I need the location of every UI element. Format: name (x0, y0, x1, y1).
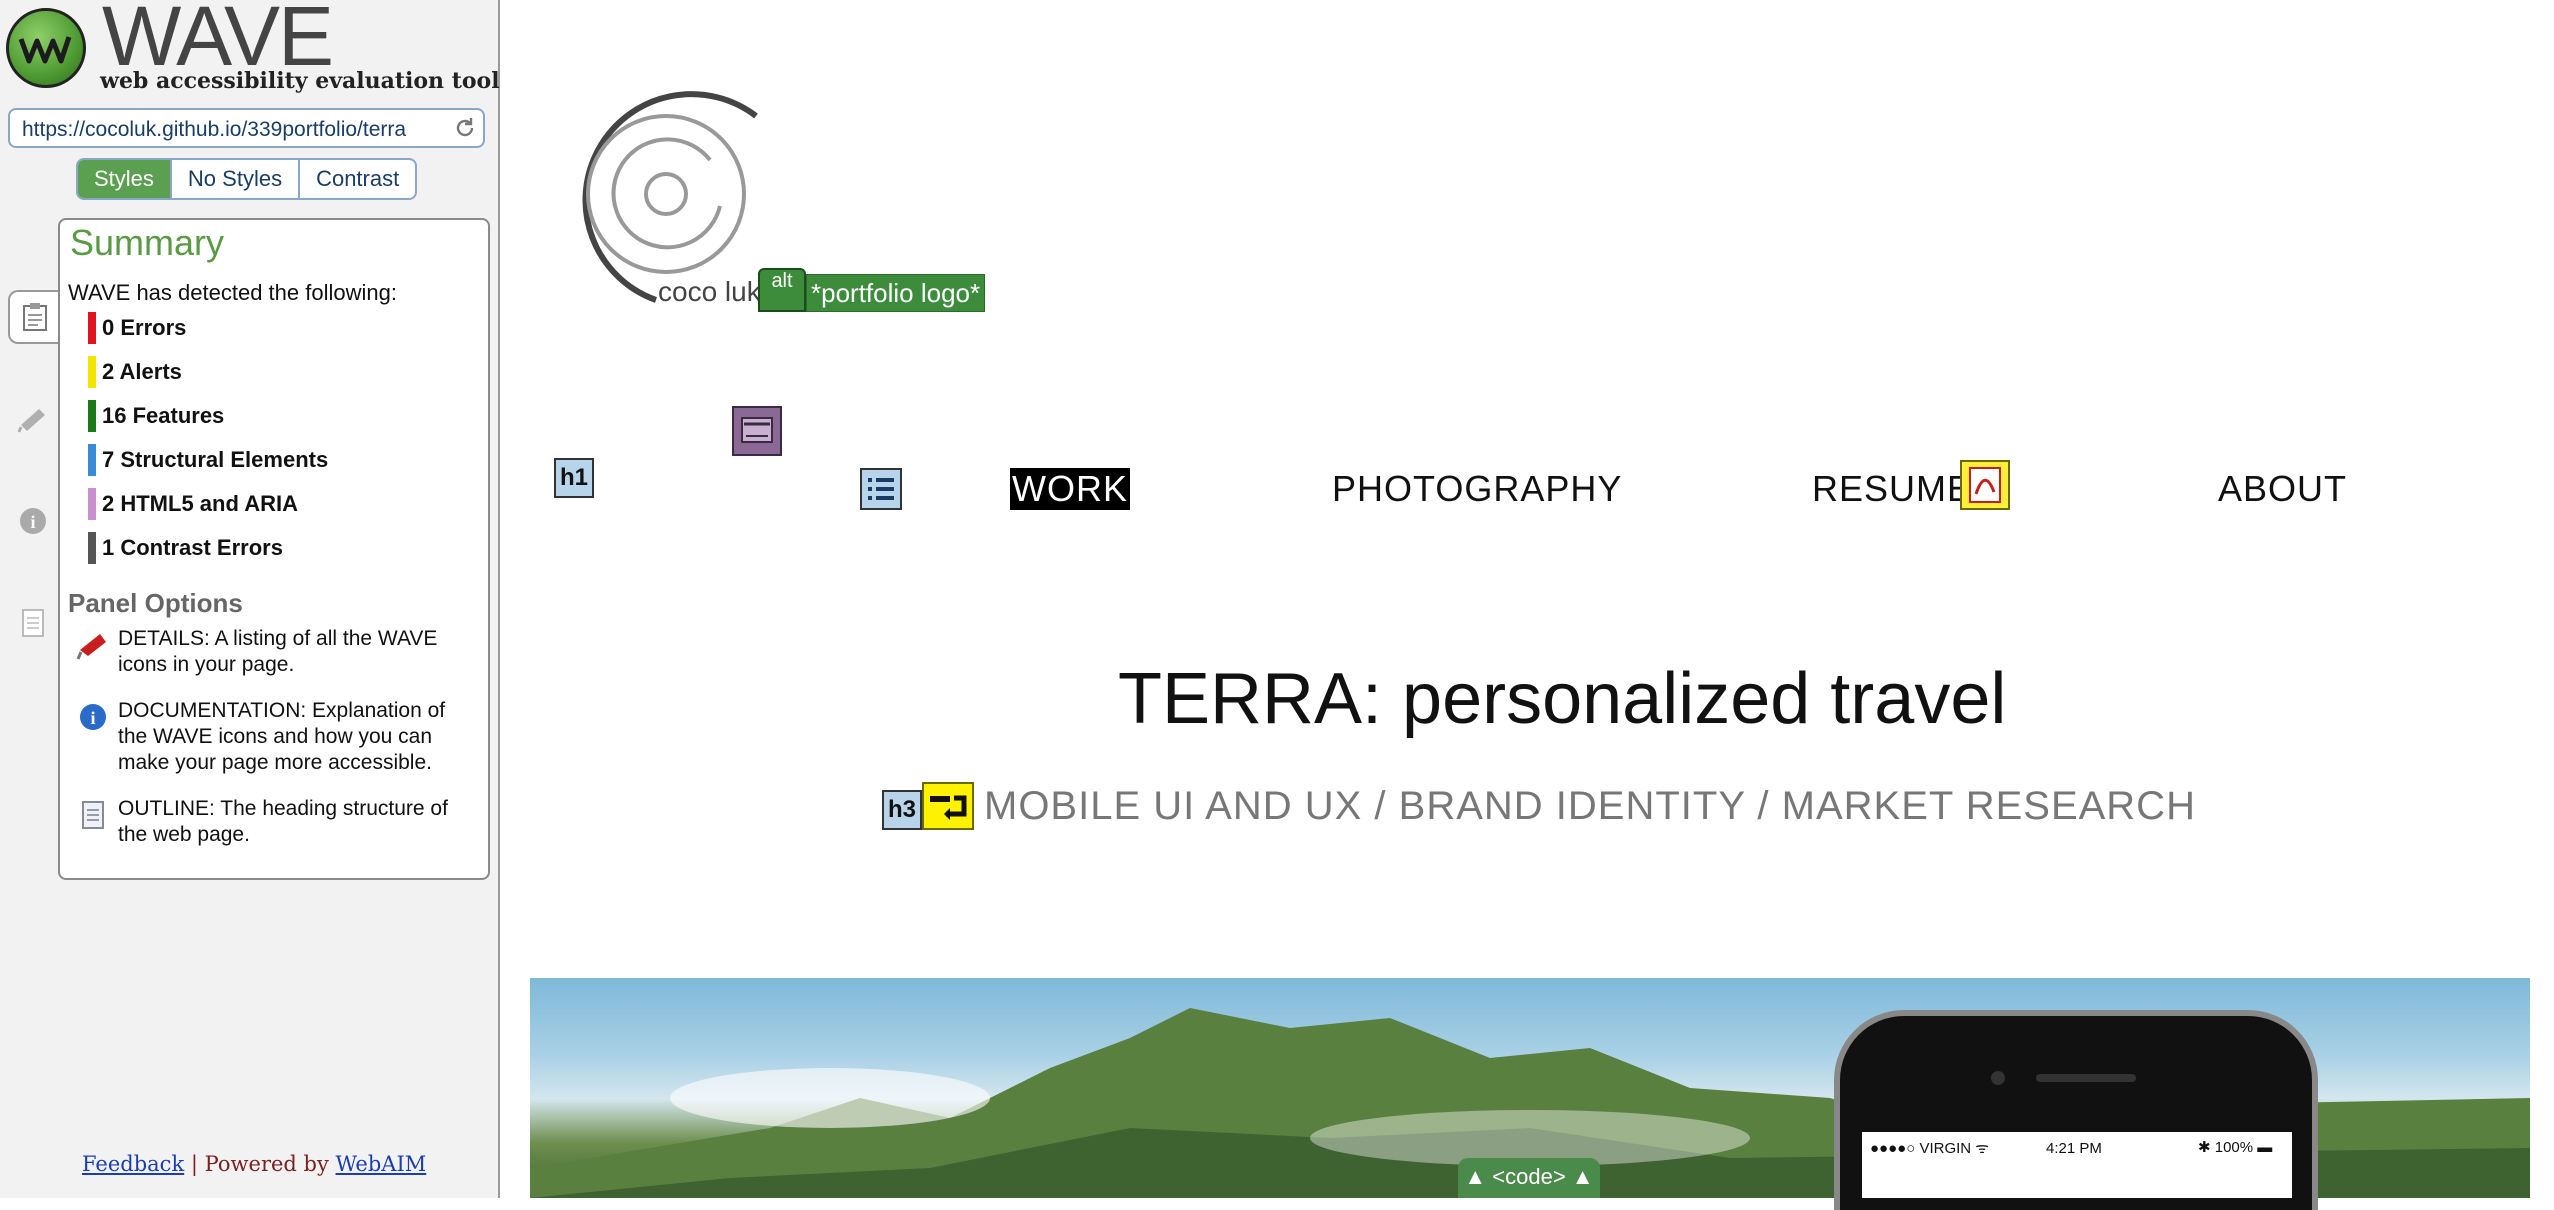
alt-text-feature-icon[interactable]: alt (758, 268, 806, 312)
wave-tagline: web accessibility evaluation tool (100, 68, 500, 94)
details-tab-icon[interactable] (8, 394, 58, 444)
details-flag-icon (68, 626, 118, 678)
phone-carrier: ●●●●○ VIRGIN ᯤ (1870, 1140, 1990, 1157)
pdf-alert-icon[interactable] (1960, 460, 2010, 510)
tab-no-styles[interactable]: No Styles (172, 160, 301, 198)
svg-text:i: i (90, 708, 95, 728)
option-outline-text: OUTLINE: The heading structure of the we… (118, 797, 448, 846)
count-features[interactable]: 16 Features (88, 400, 224, 432)
project-subtitle: MOBILE UI AND UX / BRAND IDENTITY / MARK… (984, 784, 2196, 828)
option-documentation-text: DOCUMENTATION: Explanation of the WAVE i… (118, 699, 446, 774)
errors-color-bar (88, 312, 96, 344)
structural-color-bar (88, 444, 96, 476)
code-toggle-button[interactable]: ▲ <code> ▲ (1458, 1158, 1600, 1198)
alerts-color-bar (88, 356, 96, 388)
project-title: TERRA: personalized travel (1118, 659, 2007, 739)
powered-by-text: Powered by (204, 1152, 329, 1176)
url-input[interactable]: https://cocoluk.github.io/339portfolio/t… (8, 108, 485, 148)
count-label: 2 HTML5 and ARIA (102, 491, 298, 516)
reload-icon[interactable] (453, 116, 477, 140)
summary-panel: Summary WAVE has detected the following:… (58, 218, 490, 880)
outline-tab-icon[interactable] (8, 598, 58, 648)
option-documentation[interactable]: i DOCUMENTATION: Explanation of the WAVE… (68, 698, 478, 776)
option-outline[interactable]: OUTLINE: The heading structure of the we… (68, 796, 478, 848)
summary-heading: Summary (70, 222, 225, 263)
wave-sidebar: WAVE web accessibility evaluation tool h… (0, 0, 500, 1198)
count-alerts[interactable]: 2 Alerts (88, 356, 182, 388)
documentation-tab-icon[interactable]: i (8, 496, 58, 546)
view-tabs: Styles No Styles Contrast (76, 158, 418, 200)
features-color-bar (88, 400, 96, 432)
navigation-aria-icon[interactable] (732, 406, 782, 456)
nav-work-link[interactable]: WORK (1010, 468, 1130, 510)
unordered-list-icon[interactable] (860, 468, 902, 510)
site-logo-text: coco luk (658, 276, 761, 307)
wave-logo-icon (6, 8, 86, 88)
count-errors[interactable]: 0 Errors (88, 312, 186, 344)
nav-about-link[interactable]: ABOUT (2218, 468, 2347, 510)
option-details[interactable]: DETAILS: A listing of all the WAVE icons… (68, 626, 478, 678)
summary-tab-icon[interactable] (8, 290, 60, 344)
outline-document-icon (68, 796, 118, 848)
footer-links: Feedback | Powered by WebAIM (82, 1152, 426, 1176)
wave-title: WAVE (102, 0, 334, 83)
feedback-link[interactable]: Feedback (82, 1152, 184, 1176)
count-label: 7 Structural Elements (102, 447, 329, 472)
webaim-link[interactable]: WebAIM (336, 1152, 427, 1176)
heading-alert-icon[interactable] (922, 782, 974, 830)
nav-photography-link[interactable]: PHOTOGRAPHY (1332, 468, 1622, 510)
footer-separator: | (190, 1152, 198, 1176)
nav-resume-link[interactable]: RESUME (1812, 468, 1972, 510)
h3-heading-icon[interactable]: h3 (882, 790, 922, 830)
count-label: 16 Features (102, 403, 225, 428)
alt-text-label: *portfolio logo* (806, 274, 986, 312)
option-details-text: DETAILS: A listing of all the WAVE icons… (118, 627, 438, 676)
phone-battery: ✱ 100% ▬ (2198, 1139, 2273, 1156)
panel-options-heading: Panel Options (68, 588, 243, 618)
url-text[interactable]: https://cocoluk.github.io/339portfolio/t… (22, 118, 452, 142)
count-label: 2 Alerts (102, 359, 182, 384)
documentation-info-icon: i (68, 698, 118, 776)
tab-styles[interactable]: Styles (78, 160, 172, 198)
contrast-color-bar (88, 532, 96, 564)
count-structural[interactable]: 7 Structural Elements (88, 444, 328, 476)
phone-time: 4:21 PM (2046, 1140, 2102, 1157)
count-label: 0 Errors (102, 315, 187, 340)
count-label: 1 Contrast Errors (102, 535, 283, 560)
h1-heading-icon[interactable]: h1 (554, 458, 594, 498)
aria-color-bar (88, 488, 96, 520)
count-html5-aria[interactable]: 2 HTML5 and ARIA (88, 488, 298, 520)
summary-intro: WAVE has detected the following: (68, 280, 397, 305)
site-logo-icon[interactable] (560, 88, 760, 308)
svg-text:i: i (30, 512, 35, 532)
count-contrast[interactable]: 1 Contrast Errors (88, 532, 283, 564)
tab-contrast[interactable]: Contrast (300, 160, 415, 198)
